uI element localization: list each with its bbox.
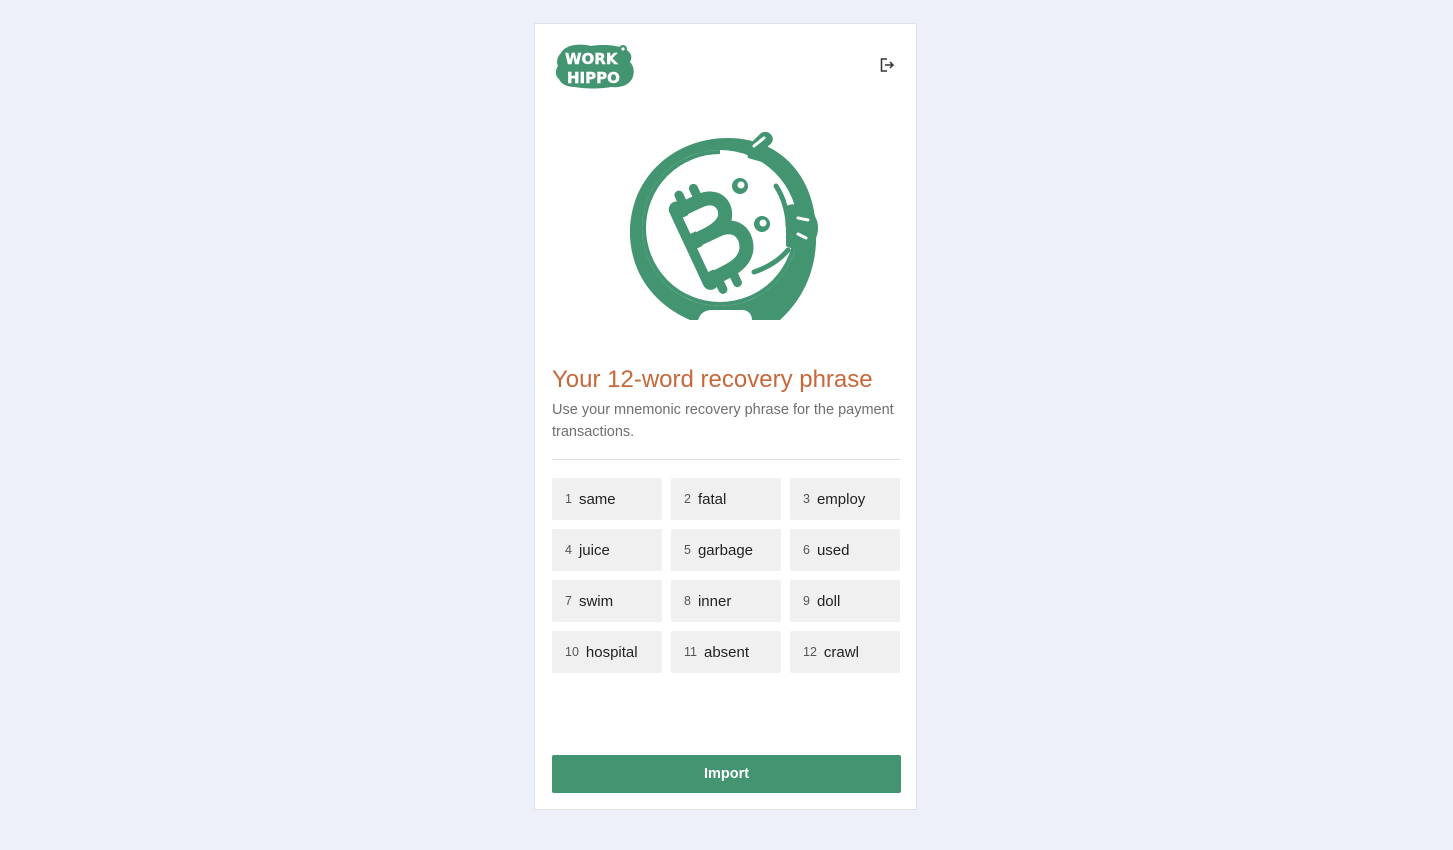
word-text: hospital [585,643,638,661]
word-text: crawl [823,643,859,661]
recovery-word-11: 11 absent [671,631,781,673]
recovery-word-1: 1 same [552,478,662,520]
recovery-word-8: 8 inner [671,580,781,622]
word-index: 7 [565,594,572,608]
word-index: 3 [803,492,810,506]
import-button[interactable]: Import [552,755,901,793]
word-text: juice [578,541,610,559]
recovery-word-5: 5 garbage [671,529,781,571]
page-title: Your 12-word recovery phrase [552,366,873,393]
recovery-word-2: 2 fatal [671,478,781,520]
word-text: swim [578,592,614,610]
recovery-word-6: 6 used [790,529,900,571]
word-text: fatal [697,490,727,508]
svg-text:WORK: WORK [565,50,619,68]
word-index: 6 [803,543,810,557]
recovery-word-7: 7 swim [552,580,662,622]
recovery-word-3: 3 employ [790,478,900,520]
word-index: 5 [684,543,691,557]
logout-icon [880,58,895,72]
word-text: garbage [697,541,754,559]
recovery-word-12: 12 crawl [790,631,900,673]
divider [552,459,900,460]
word-index: 12 [803,645,817,659]
recovery-phrase-card: WORK HIPPO Your 12-word recovery phrase … [534,23,917,810]
recovery-word-10: 10 hospital [552,631,662,673]
word-index: 8 [684,594,691,608]
logout-button[interactable] [875,54,899,76]
word-text: absent [703,643,750,661]
word-index: 4 [565,543,572,557]
recovery-word-4: 4 juice [552,529,662,571]
hippo-bitcoin-icon [629,131,818,320]
word-text: doll [816,592,841,610]
svg-text:HIPPO: HIPPO [567,69,620,87]
word-index: 10 [565,645,579,659]
word-index: 1 [565,492,572,506]
word-index: 9 [803,594,810,608]
word-text: used [816,541,850,559]
recovery-words-grid: 1 same 2 fatal 3 employ 4 juice 5 garbag… [552,478,901,673]
word-index: 11 [684,645,697,659]
word-index: 2 [684,492,691,506]
work-hippo-logo: WORK HIPPO [555,44,634,89]
word-text: employ [816,490,866,508]
recovery-word-9: 9 doll [790,580,900,622]
word-text: same [578,490,616,508]
word-text: inner [697,592,732,610]
page-subtitle: Use your mnemonic recovery phrase for th… [552,402,894,440]
